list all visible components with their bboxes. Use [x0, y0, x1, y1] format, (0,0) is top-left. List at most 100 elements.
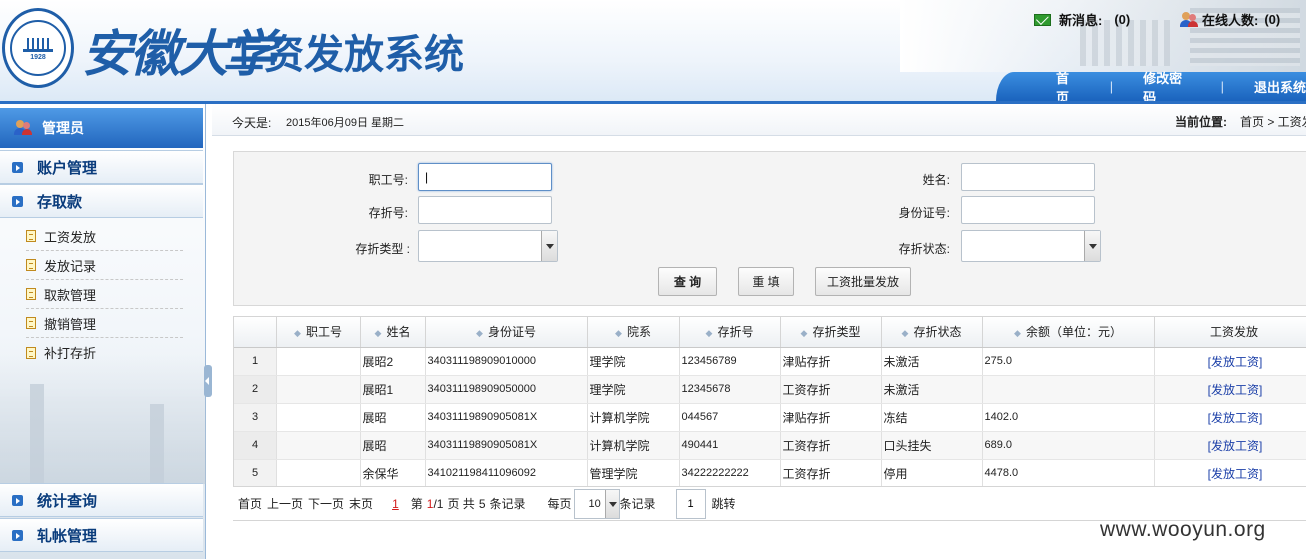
nav-separator: |	[1109, 79, 1114, 94]
table-row[interactable]: 5 余保华 341021198411096092 管理学院 3422222222…	[234, 459, 1306, 488]
top-nav: 首页 | 修改密码 | 退出系统	[996, 71, 1306, 101]
sidebar-item-payment-records[interactable]: 发放记录	[26, 251, 183, 280]
sort-icon: ◆	[800, 328, 808, 339]
arrow-right-icon	[12, 494, 23, 506]
sort-icon: ◆	[901, 328, 909, 339]
breadcrumb[interactable]: 首页 > 工资发放	[1240, 113, 1306, 130]
document-icon	[26, 259, 36, 271]
arrow-right-icon	[12, 161, 23, 173]
passbook-status-select[interactable]	[961, 230, 1101, 262]
document-icon	[26, 317, 36, 329]
chevron-down-icon	[604, 489, 619, 518]
arrow-right-icon	[12, 529, 23, 541]
nav-change-password[interactable]: 修改密码	[1143, 68, 1190, 102]
document-icon	[26, 230, 36, 242]
column-name[interactable]: ◆ 姓名	[360, 317, 426, 348]
envelope-icon	[1034, 13, 1051, 26]
goto-page-input[interactable]	[675, 488, 706, 519]
pay-salary-link[interactable]: [发放工资]	[1154, 347, 1306, 376]
table-row[interactable]: 1 展昭2 340311198909010000 理学院 123456789 津…	[234, 347, 1306, 376]
sidebar-item-reprint-passbook[interactable]: 补打存折	[26, 338, 183, 367]
new-messages[interactable]: 新消息: (0)	[1034, 10, 1130, 29]
nav-logout[interactable]: 退出系统	[1254, 77, 1306, 96]
reset-button[interactable]: 重 填	[738, 267, 794, 296]
sidebar-item-label: 取款管理	[44, 287, 97, 303]
header: 1928 安徽大学 工资发放系统 新消息: (0) 在线人数: (0) 首页 |…	[0, 0, 1306, 101]
menu-statistics-query[interactable]: 统计查询	[0, 483, 203, 517]
batch-payment-button[interactable]: 工资批量发放	[815, 267, 911, 296]
pager-record-suffix: 条记录	[489, 497, 526, 511]
goto-button[interactable]: 跳转	[712, 495, 736, 512]
sidebar-item-revoke-management[interactable]: 撤销管理	[26, 309, 183, 338]
menu-label: 账户管理	[37, 159, 98, 177]
sort-icon: ◆	[705, 328, 713, 339]
messages-count: (0)	[1114, 12, 1131, 27]
column-passbook-type[interactable]: ◆ 存折类型	[780, 317, 882, 348]
location-label: 当前位置:	[1175, 115, 1227, 129]
sidebar-item-label: 发放记录	[44, 258, 97, 274]
column-passbook-status[interactable]: ◆ 存折状态	[881, 317, 983, 348]
pay-salary-link[interactable]: [发放工资]	[1154, 431, 1306, 460]
per-page-suffix: 条记录	[619, 497, 656, 511]
sidebar-item-withdrawal-management[interactable]: 取款管理	[26, 280, 183, 309]
nav-home[interactable]: 首页	[1056, 68, 1080, 102]
admin-label: 管理员	[42, 120, 84, 136]
column-passbook-no[interactable]: ◆ 存折号	[679, 317, 781, 348]
passbook-no-input[interactable]	[418, 196, 552, 224]
sort-icon: ◆	[1014, 328, 1021, 339]
pagination-bar: 首页 上一页 下一页 末页 1 第 1/1 页 共 5 条记录 每页 10 条记…	[233, 486, 1306, 520]
system-title: 工资发放系统	[224, 33, 464, 77]
info-bar: 今天是: 2015年06月09日 星期二 当前位置: 首页 > 工资发放	[212, 104, 1306, 136]
search-panel: 职工号: 姓名: 存折号: 身份证号: 存折类型 : 存折状态: 查 询 重 填…	[233, 151, 1306, 306]
university-seal-logo: 1928	[2, 8, 74, 88]
name-label: 姓名:	[922, 173, 950, 187]
pay-salary-link[interactable]: [发放工资]	[1154, 403, 1306, 432]
column-balance[interactable]: ◆ 余额（单位：元）	[982, 317, 1155, 348]
sidebar-item-salary-payment[interactable]: 工资发放	[26, 222, 183, 251]
pager-last[interactable]: 末页	[349, 495, 373, 512]
users-icon	[1180, 11, 1198, 28]
sidebar-collapse-handle[interactable]	[204, 365, 212, 397]
main-content: 今天是: 2015年06月09日 星期二 当前位置: 首页 > 工资发放 职工号…	[212, 104, 1306, 559]
menu-account-settlement[interactable]: 轧帐管理	[0, 518, 203, 552]
menu-account-management[interactable]: 账户管理	[0, 150, 203, 184]
admin-user-bar: 管理员	[0, 108, 203, 148]
column-salary-action: 工资发放	[1154, 317, 1306, 348]
per-page-select[interactable]: 10	[573, 488, 620, 519]
arrow-right-icon	[12, 195, 23, 207]
per-page-label: 每页	[547, 497, 572, 511]
pager-first[interactable]: 首页	[238, 495, 262, 512]
pager-record-count: 5	[478, 496, 486, 511]
pager-prev[interactable]: 上一页	[267, 495, 303, 512]
sort-icon: ◆	[476, 328, 483, 339]
table-row[interactable]: 3 展昭 34031119890905081X 计算机学院 044567 津贴存…	[234, 403, 1306, 432]
sidebar-item-label: 工资发放	[44, 229, 97, 245]
column-id-no[interactable]: ◆ 身份证号	[425, 317, 588, 348]
pager-page-suffix: 页 共	[447, 497, 475, 511]
pay-salary-link[interactable]: [发放工资]	[1154, 375, 1306, 404]
today-label: 今天是:	[232, 116, 272, 130]
pager-page-prefix: 第	[410, 497, 423, 511]
id-no-label: 身份证号:	[898, 206, 950, 220]
name-input[interactable]	[961, 163, 1095, 191]
pay-salary-link[interactable]: [发放工资]	[1154, 459, 1306, 488]
table-row[interactable]: 2 展昭1 340311198909050000 理学院 12345678 工资…	[234, 375, 1306, 404]
chevron-down-icon	[541, 231, 557, 261]
menu-label: 轧帐管理	[37, 527, 98, 545]
menu-label: 存取款	[37, 193, 83, 211]
column-department[interactable]: ◆ 院系	[587, 317, 680, 348]
table-row[interactable]: 4 展昭 34031119890905081X 计算机学院 490441 工资存…	[234, 431, 1306, 460]
messages-label: 新消息:	[1059, 13, 1103, 28]
passbook-status-label: 存折状态:	[898, 242, 950, 256]
column-staff-no[interactable]: ◆ 职工号	[276, 317, 361, 348]
id-no-input[interactable]	[961, 196, 1095, 224]
table-header-row: ◆ 职工号 ◆ 姓名 ◆ 身份证号 ◆ 院系 ◆ 存折号 ◆ 存折类型 ◆ 存折状态 ◆ 余额（…	[234, 317, 1306, 348]
staff-no-input[interactable]	[418, 163, 552, 191]
pager-current-page-link[interactable]: 1	[392, 497, 399, 511]
passbook-type-select[interactable]	[418, 230, 558, 262]
sort-icon: ◆	[374, 328, 382, 339]
query-button[interactable]: 查 询	[658, 267, 717, 296]
pager-next[interactable]: 下一页	[308, 495, 344, 512]
menu-deposit-withdraw[interactable]: 存取款	[0, 184, 203, 218]
pager-page-total: /1	[433, 496, 444, 511]
